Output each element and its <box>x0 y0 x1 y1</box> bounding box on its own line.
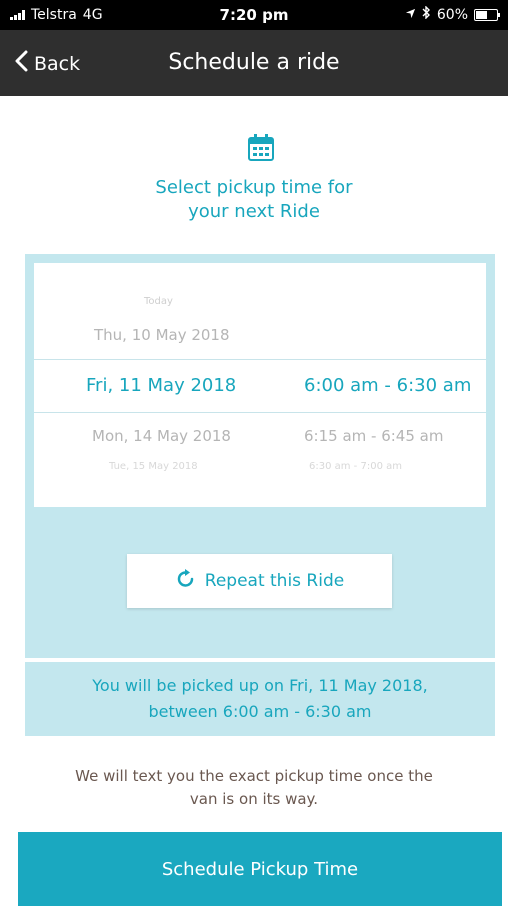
nav-bar: Back Schedule a ride <box>0 30 508 96</box>
next2-time: 6:30 am - 7:00 am <box>309 461 402 472</box>
schedule-pickup-label: Schedule Pickup Time <box>161 858 359 880</box>
schedule-panel: Today Thu, 10 May 2018 Fri, 11 May 2018 … <box>25 254 495 658</box>
status-bar: Telstra 4G 7:20 pm 60% <box>0 0 508 30</box>
location-arrow-icon <box>405 7 416 23</box>
schedule-pickup-button[interactable]: Schedule Pickup Time <box>18 832 502 906</box>
battery-percent: 60% <box>436 6 468 23</box>
repeat-ride-label: Repeat this Ride <box>204 571 345 591</box>
battery-icon <box>474 8 500 21</box>
pickup-note: We will text you the exact pickup time o… <box>30 765 478 811</box>
calendar-icon <box>248 134 274 162</box>
selected-date: Fri, 11 May 2018 <box>86 375 237 396</box>
today-label: Today <box>144 296 173 307</box>
repeat-ride-button[interactable]: Repeat this Ride <box>127 554 392 608</box>
pickup-summary: You will be picked up on Fri, 11 May 201… <box>25 662 495 736</box>
summary-line-2: between 6:00 am - 6:30 am <box>148 702 372 721</box>
selected-time: 6:00 am - 6:30 am <box>304 375 472 396</box>
summary-line-1: You will be picked up on Fri, 11 May 201… <box>92 676 428 695</box>
refresh-icon <box>175 568 197 595</box>
pickup-heading: Select pickup time for your next Ride <box>0 176 508 224</box>
bluetooth-icon <box>422 5 431 23</box>
date-time-picker[interactable]: Today Thu, 10 May 2018 Fri, 11 May 2018 … <box>34 263 486 507</box>
note-line-1: We will text you the exact pickup time o… <box>75 767 433 785</box>
heading-line-1: Select pickup time for <box>155 177 353 198</box>
next-time: 6:15 am - 6:45 am <box>304 427 444 445</box>
page-title: Schedule a ride <box>168 50 340 75</box>
next2-date: Tue, 15 May 2018 <box>109 461 198 472</box>
status-right: 60% <box>405 5 500 23</box>
note-line-2: van is on its way. <box>189 790 319 808</box>
heading-line-2: your next Ride <box>188 201 320 222</box>
prev-date: Thu, 10 May 2018 <box>94 326 230 344</box>
next-date: Mon, 14 May 2018 <box>92 427 231 445</box>
